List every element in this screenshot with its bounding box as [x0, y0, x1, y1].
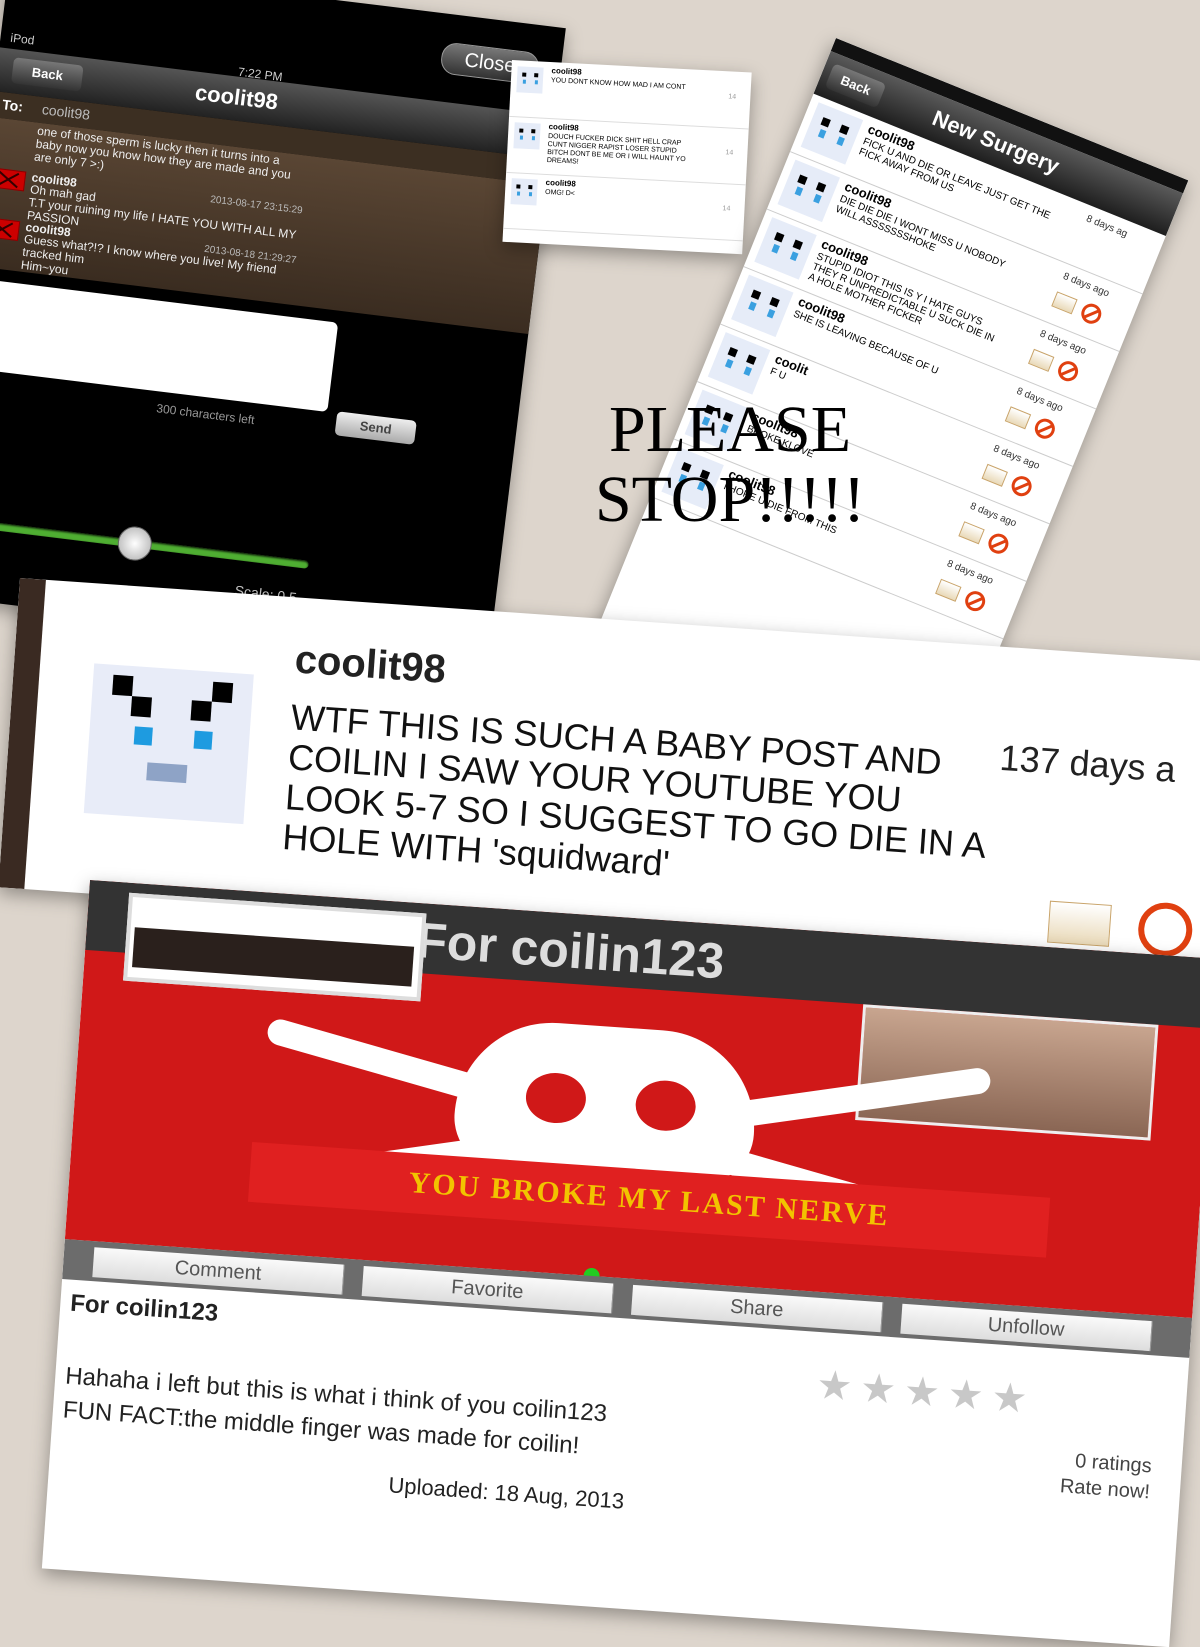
reply-mail-icon[interactable]: [1027, 348, 1055, 372]
to-value: coolit98: [41, 101, 91, 123]
send-button[interactable]: Send: [334, 411, 417, 445]
reply-mail-icon[interactable]: [1004, 406, 1032, 430]
character-counter: 300 characters left: [155, 401, 256, 428]
avatar: [513, 122, 541, 150]
list-item-user: coolit98: [545, 177, 577, 189]
avatar: [83, 663, 254, 825]
avatar: [800, 102, 864, 165]
upload-date: Uploaded: 18 Aug, 2013: [387, 1472, 625, 1514]
list-item[interactable]: coolit98 OMG! D< 14: [503, 171, 746, 242]
side-bar: [0, 578, 46, 890]
back-button[interactable]: Back: [11, 57, 84, 92]
scale-slider[interactable]: [0, 518, 309, 569]
notification-list: coolit98 YOU DONT KNOW HOW MAD I AM CONT…: [502, 60, 752, 255]
block-icon[interactable]: [962, 588, 989, 615]
list-item-age: 8 days ag: [1084, 213, 1129, 240]
list-item-text: OMG! D<: [544, 188, 576, 198]
reply-mail-icon[interactable]: [1047, 900, 1112, 947]
avatar: [731, 274, 794, 338]
reply-mail-icon[interactable]: [958, 521, 985, 545]
post-description: Hahaha i left but this is what i think o…: [62, 1362, 608, 1460]
reply-mail-icon[interactable]: [1051, 291, 1078, 315]
avatar: [754, 217, 817, 280]
avatar: [707, 332, 771, 395]
avatar: [510, 178, 538, 206]
caption-line-2: STOP!!!!!: [594, 463, 866, 536]
video-post: For coilin123 YOU BROKE MY LAST NERVE Co…: [41, 880, 1200, 1647]
comment-text: WTF THIS IS SUCH A BABY POST AND COILIN …: [281, 696, 988, 884]
list-item-user: coolit98: [551, 66, 582, 77]
status-bar: iPod 7:22 PM: [9, 30, 284, 84]
blocked-avatar-icon: [0, 167, 27, 192]
blocked-avatar-icon: [0, 217, 21, 242]
list-item-count: 14: [722, 205, 731, 213]
list-item-count: 14: [728, 93, 737, 101]
comment-author[interactable]: coolit98: [293, 637, 447, 692]
chat-title: coolit98: [193, 79, 280, 115]
post-header-title: For coilin123: [414, 911, 727, 990]
user-photo: [855, 1004, 1159, 1141]
chat-screenshot: Close iPod 7:22 PM Back coolit98 To: coo…: [0, 0, 566, 664]
carrier-label: iPod: [9, 30, 36, 48]
list-item-user: coolit98: [548, 122, 579, 133]
to-label: To:: [1, 96, 24, 115]
block-icon[interactable]: [1031, 415, 1058, 442]
block-icon[interactable]: [1055, 358, 1082, 385]
caption-line-1: PLEASE: [608, 393, 852, 466]
list-item-text: YOU DONT KNOW HOW MAD I AM CONT: [550, 77, 686, 92]
list-item-count: 14: [725, 149, 734, 157]
avatar: [777, 159, 840, 223]
slider-thumb[interactable]: [115, 524, 154, 563]
block-icon[interactable]: [1136, 900, 1195, 959]
block-icon[interactable]: [985, 530, 1012, 557]
block-icon[interactable]: [1008, 473, 1035, 500]
reply-mail-icon[interactable]: [981, 463, 1008, 487]
avatar: [516, 66, 544, 94]
block-icon[interactable]: [1078, 300, 1105, 327]
reply-mail-icon[interactable]: [935, 578, 962, 602]
caption-text: PLEASE STOP!!!!!: [520, 395, 940, 535]
post-recipient: For coilin123: [69, 1289, 220, 1327]
list-item-text: DOUCH FUCKER DICK SHIT HELL CRAP CUNT NI…: [546, 132, 686, 166]
